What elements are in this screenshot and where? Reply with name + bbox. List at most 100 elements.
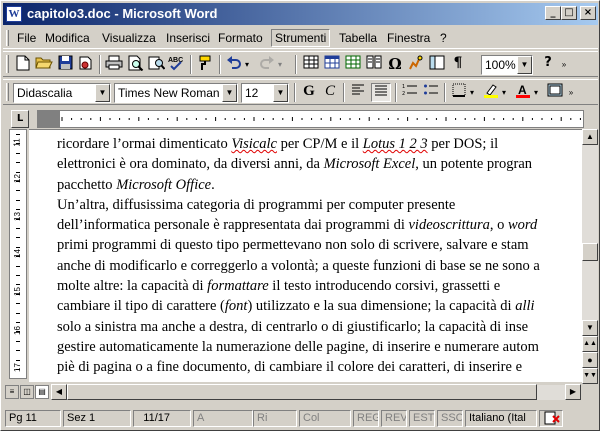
menu-finestra[interactable]: Finestra bbox=[387, 31, 430, 45]
help-icon[interactable]: ? bbox=[538, 55, 558, 74]
document-line[interactable]: piè di pagina o a fine documento, di cam… bbox=[57, 357, 582, 377]
font-color-icon[interactable]: A bbox=[513, 83, 533, 102]
new-document-icon[interactable] bbox=[13, 55, 33, 74]
document-line[interactable]: Un’altra, diffusissima categoria di prog… bbox=[57, 195, 582, 215]
style-combo[interactable]: Didascalia ▼ bbox=[13, 83, 111, 103]
undo-icon[interactable] bbox=[224, 55, 244, 74]
menu-strumenti[interactable]: Strumenti bbox=[271, 29, 331, 47]
chevron-down-icon[interactable]: ▼ bbox=[222, 84, 237, 102]
horizontal-scrollbar[interactable]: ◀ ▶ bbox=[51, 384, 581, 400]
print-icon[interactable] bbox=[104, 55, 124, 74]
redo-icon[interactable] bbox=[257, 55, 277, 74]
document-line[interactable]: cambiare il tipo di carattere (font) uti… bbox=[57, 296, 582, 316]
title-bar[interactable]: W capitolo3.doc - Microsoft Word _ □ × bbox=[3, 3, 598, 25]
document-page[interactable]: ricordare l’ormai dimenticato Visicalc p… bbox=[29, 129, 582, 382]
document-map-icon[interactable] bbox=[427, 55, 447, 74]
status-language[interactable]: Italiano (Ital bbox=[465, 410, 537, 427]
toolbar-grip[interactable] bbox=[6, 83, 9, 101]
undo-dropdown-icon[interactable]: ▾ bbox=[242, 55, 252, 74]
document-line[interactable]: solo a sinistra ma anche a destra, di ce… bbox=[57, 317, 582, 337]
chevron-down-icon[interactable]: ▼ bbox=[517, 56, 532, 74]
bullets-icon[interactable] bbox=[421, 83, 441, 102]
format-painter-icon[interactable] bbox=[196, 55, 216, 74]
document-line[interactable]: molte altre: la capacità di formattare i… bbox=[57, 276, 582, 296]
status-line[interactable]: Ri bbox=[253, 410, 297, 427]
document-line[interactable]: pacchetto Microsoft Office. bbox=[57, 175, 582, 195]
document-body[interactable]: ricordare l’ormai dimenticato Visicalc p… bbox=[57, 134, 582, 382]
print-preview-icon[interactable] bbox=[125, 55, 145, 74]
status-page-count[interactable]: 11/17 bbox=[133, 410, 191, 427]
more-buttons-icon[interactable]: » bbox=[559, 55, 569, 74]
next-page-icon[interactable]: ▼▼ bbox=[582, 368, 598, 384]
menu-formato[interactable]: Formato bbox=[218, 31, 263, 45]
scroll-up-icon[interactable]: ▲ bbox=[582, 129, 598, 145]
tables-borders-icon[interactable] bbox=[301, 55, 321, 74]
zoom-combo[interactable]: 100% ▼ bbox=[481, 55, 533, 75]
redo-dropdown-icon[interactable]: ▾ bbox=[275, 55, 285, 74]
status-rec[interactable]: REG bbox=[353, 410, 379, 427]
maximize-button[interactable]: □ bbox=[561, 6, 577, 20]
document-line[interactable]: primi programmi di questo tipo permettev… bbox=[57, 235, 582, 255]
document-line[interactable]: dell’informatica personale è rappresenta… bbox=[57, 215, 582, 235]
scroll-left-icon[interactable]: ◀ bbox=[51, 384, 67, 400]
vertical-scrollbar[interactable]: ▲ ▼ ▲▲ ● ▼▼ bbox=[582, 129, 598, 384]
status-section[interactable]: Sez 1 bbox=[63, 410, 131, 427]
document-line[interactable]: anche di modificarlo e correggerlo a vol… bbox=[57, 256, 582, 276]
web-layout-icon[interactable]: ◫ bbox=[20, 385, 34, 399]
vertical-ruler[interactable]: 11 12 13 14 15 16 17 bbox=[9, 129, 27, 379]
scroll-right-icon[interactable]: ▶ bbox=[565, 384, 581, 400]
document-line[interactable]: ricordare l’ormai dimenticato Visicalc p… bbox=[57, 134, 582, 154]
reading-layout-icon[interactable] bbox=[545, 83, 565, 102]
borders-icon[interactable] bbox=[449, 83, 469, 102]
numbering-icon[interactable]: 12 bbox=[400, 83, 420, 102]
document-line[interactable]: elettronici è ora dominato, da diversi a… bbox=[57, 154, 582, 174]
borders-dropdown-icon[interactable]: ▾ bbox=[467, 83, 477, 102]
word-app-icon[interactable]: W bbox=[6, 6, 22, 22]
permission-icon[interactable] bbox=[76, 55, 96, 74]
align-left-icon[interactable] bbox=[348, 83, 368, 102]
scroll-down-icon[interactable]: ▼ bbox=[582, 320, 598, 336]
menu-help[interactable]: ? bbox=[440, 31, 447, 45]
font-color-dropdown-icon[interactable]: ▾ bbox=[531, 83, 541, 102]
research-icon[interactable] bbox=[146, 55, 166, 74]
font-size-combo[interactable]: 12 ▼ bbox=[241, 83, 289, 103]
highlight-icon[interactable] bbox=[481, 83, 501, 102]
menu-inserisci[interactable]: Inserisci bbox=[166, 31, 210, 45]
minimize-button[interactable]: _ bbox=[545, 6, 561, 20]
previous-page-icon[interactable]: ▲▲ bbox=[582, 336, 598, 352]
status-page[interactable]: Pg 11 bbox=[5, 410, 61, 427]
bold-button[interactable]: G bbox=[299, 83, 319, 102]
font-combo[interactable]: Times New Roman ▼ bbox=[114, 83, 238, 103]
insert-table-icon[interactable] bbox=[322, 55, 342, 74]
drawing-icon[interactable] bbox=[406, 55, 426, 74]
italic-button[interactable]: C bbox=[320, 83, 340, 102]
normal-view-icon[interactable]: ≡ bbox=[5, 385, 19, 399]
chevron-down-icon[interactable]: ▼ bbox=[95, 84, 110, 102]
chevron-down-icon[interactable]: ▼ bbox=[273, 84, 288, 102]
status-column[interactable]: Col bbox=[299, 410, 351, 427]
align-justify-icon[interactable] bbox=[371, 83, 391, 102]
open-folder-icon[interactable] bbox=[34, 55, 54, 74]
document-line[interactable]: gestire automaticamente la numerazione d… bbox=[57, 337, 582, 357]
menu-modifica[interactable]: Modifica bbox=[45, 31, 90, 45]
print-layout-icon[interactable]: ▤ bbox=[35, 385, 49, 399]
omega-symbol-icon[interactable]: Ω bbox=[385, 55, 405, 74]
tab-selector[interactable]: L bbox=[11, 110, 29, 128]
menubar-grip[interactable] bbox=[6, 30, 9, 46]
save-disk-icon[interactable] bbox=[55, 55, 75, 74]
scrollbar-thumb[interactable] bbox=[582, 243, 598, 261]
menu-visualizza[interactable]: Visualizza bbox=[102, 31, 156, 45]
status-ovr[interactable]: SSC bbox=[437, 410, 463, 427]
show-hide-icon[interactable]: ¶ bbox=[448, 55, 468, 74]
more-buttons-icon[interactable]: » bbox=[566, 83, 576, 102]
status-ext[interactable]: EST bbox=[409, 410, 435, 427]
menu-file[interactable]: File bbox=[17, 31, 36, 45]
menu-tabella[interactable]: Tabella bbox=[339, 31, 377, 45]
select-browse-object-icon[interactable]: ● bbox=[582, 352, 598, 368]
insert-excel-icon[interactable] bbox=[343, 55, 363, 74]
status-rev[interactable]: REV bbox=[381, 410, 407, 427]
spelling-icon[interactable]: ABC bbox=[167, 55, 187, 74]
columns-icon[interactable] bbox=[364, 55, 384, 74]
close-button[interactable]: × bbox=[580, 6, 596, 20]
document-line[interactable]: evidenziare porzioni del testo attravers… bbox=[57, 378, 582, 382]
